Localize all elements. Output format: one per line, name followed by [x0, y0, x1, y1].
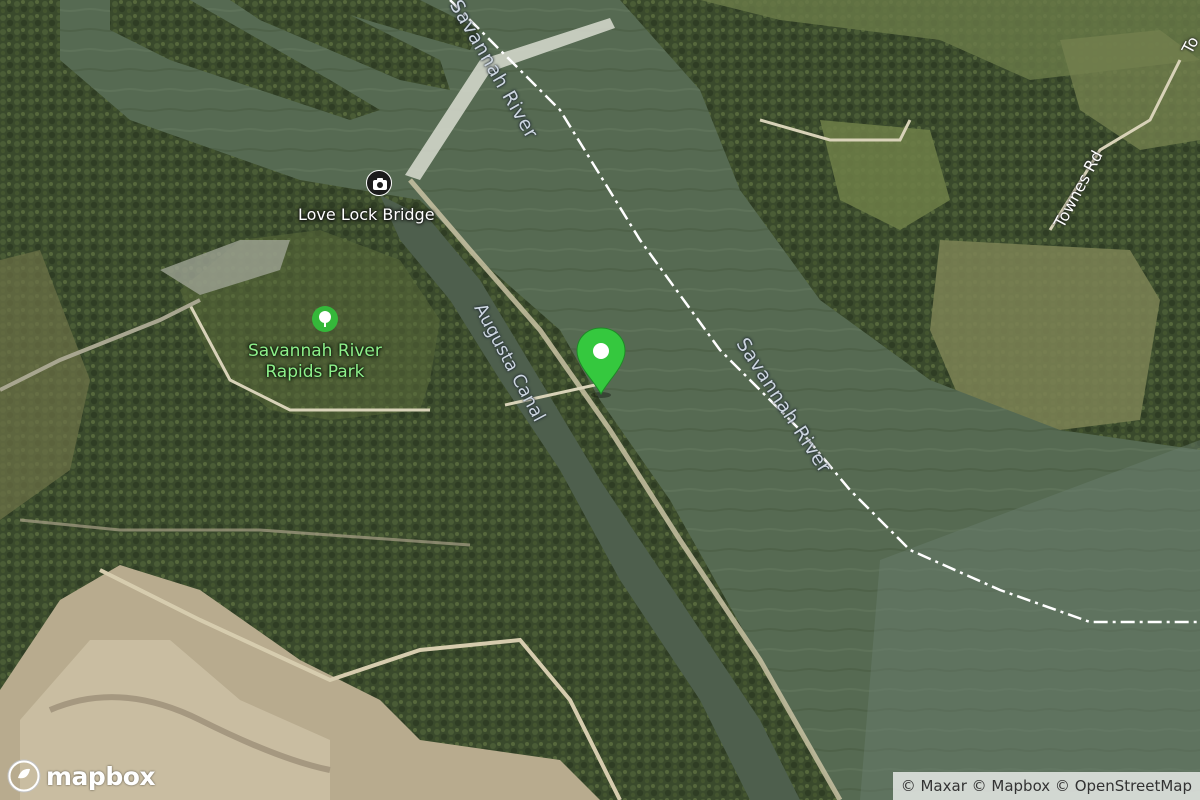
camera-icon[interactable] — [366, 170, 392, 196]
map-attribution[interactable]: © Maxar © Mapbox © OpenStreetMap — [892, 772, 1200, 800]
mapbox-logo-icon — [7, 759, 41, 793]
park-label-line2: Rapids Park — [265, 362, 365, 382]
poi-label-park[interactable]: Savannah River Rapids Park — [248, 341, 382, 383]
satellite-imagery — [0, 0, 1200, 800]
mapbox-logo[interactable]: mapbox — [6, 758, 156, 794]
mapbox-logo-text: mapbox — [46, 761, 156, 791]
map-canvas[interactable]: Savannah River Savannah River Augusta Ca… — [0, 0, 1200, 800]
location-marker-pin[interactable] — [573, 326, 629, 398]
map-pin-icon — [576, 327, 626, 398]
poi-label-love-lock-bridge[interactable]: Love Lock Bridge — [298, 205, 435, 224]
park-tree-icon[interactable] — [312, 306, 338, 332]
park-label-line1: Savannah River — [248, 341, 382, 361]
